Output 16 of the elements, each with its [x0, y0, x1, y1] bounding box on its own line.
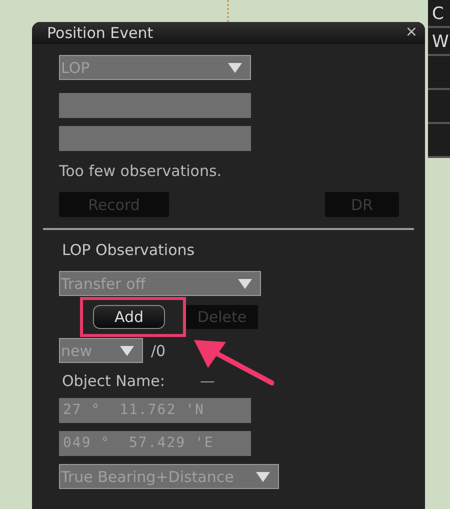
input-field[interactable]: [59, 93, 251, 118]
route-line: [226, 0, 230, 24]
input-field[interactable]: [59, 126, 251, 151]
count-label: /0: [151, 342, 166, 360]
side-panel-item[interactable]: [428, 90, 450, 124]
dialog-title: Position Event: [47, 24, 154, 42]
object-name-label: Object Name:: [62, 372, 166, 390]
close-button[interactable]: ×: [406, 24, 417, 42]
section-title: LOP Observations: [62, 241, 196, 259]
status-message: Too few observations.: [59, 162, 223, 180]
side-panel-item[interactable]: [428, 124, 450, 158]
object-name-value: —: [200, 372, 215, 390]
side-panel-item[interactable]: W: [428, 28, 450, 56]
side-panel-item[interactable]: C: [428, 0, 450, 28]
action-button[interactable]: Add: [93, 305, 165, 329]
side-panel-item[interactable]: [428, 56, 450, 90]
